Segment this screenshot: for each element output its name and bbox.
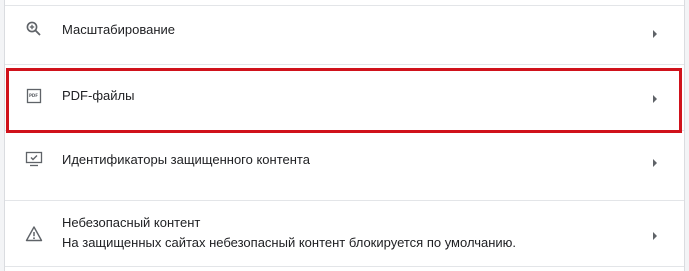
pdf-icon: PDF — [25, 87, 43, 105]
settings-row-pdf[interactable]: PDF PDF-файлы — [5, 64, 684, 130]
settings-row-label: Масштабирование — [62, 22, 176, 37]
protected-content-icon — [25, 150, 43, 168]
zoom-icon — [25, 20, 43, 38]
settings-row-label: Небезопасный контент — [62, 215, 201, 230]
settings-row-label: PDF-файлы — [62, 88, 135, 103]
chevron-right-icon — [651, 91, 659, 103]
settings-row-protected-content[interactable]: Идентификаторы защищенного контента — [5, 130, 684, 190]
settings-row-description: На защищенных сайтах небезопасный контен… — [62, 235, 517, 250]
settings-row-insecure-content[interactable]: Небезопасный контент На защищенных сайта… — [5, 200, 684, 271]
settings-row-zoom[interactable]: Масштабирование — [5, 0, 684, 64]
settings-row-label: Идентификаторы защищенного контента — [62, 152, 310, 167]
chevron-right-icon — [651, 228, 659, 240]
content-settings-panel: Масштабирование PDF PDF-файлы Идентифика — [4, 0, 685, 271]
warning-icon — [25, 225, 43, 243]
divider — [5, 266, 684, 267]
pdf-badge-text: PDF — [29, 93, 38, 98]
chevron-right-icon — [651, 155, 659, 167]
chevron-right-icon — [651, 26, 659, 38]
